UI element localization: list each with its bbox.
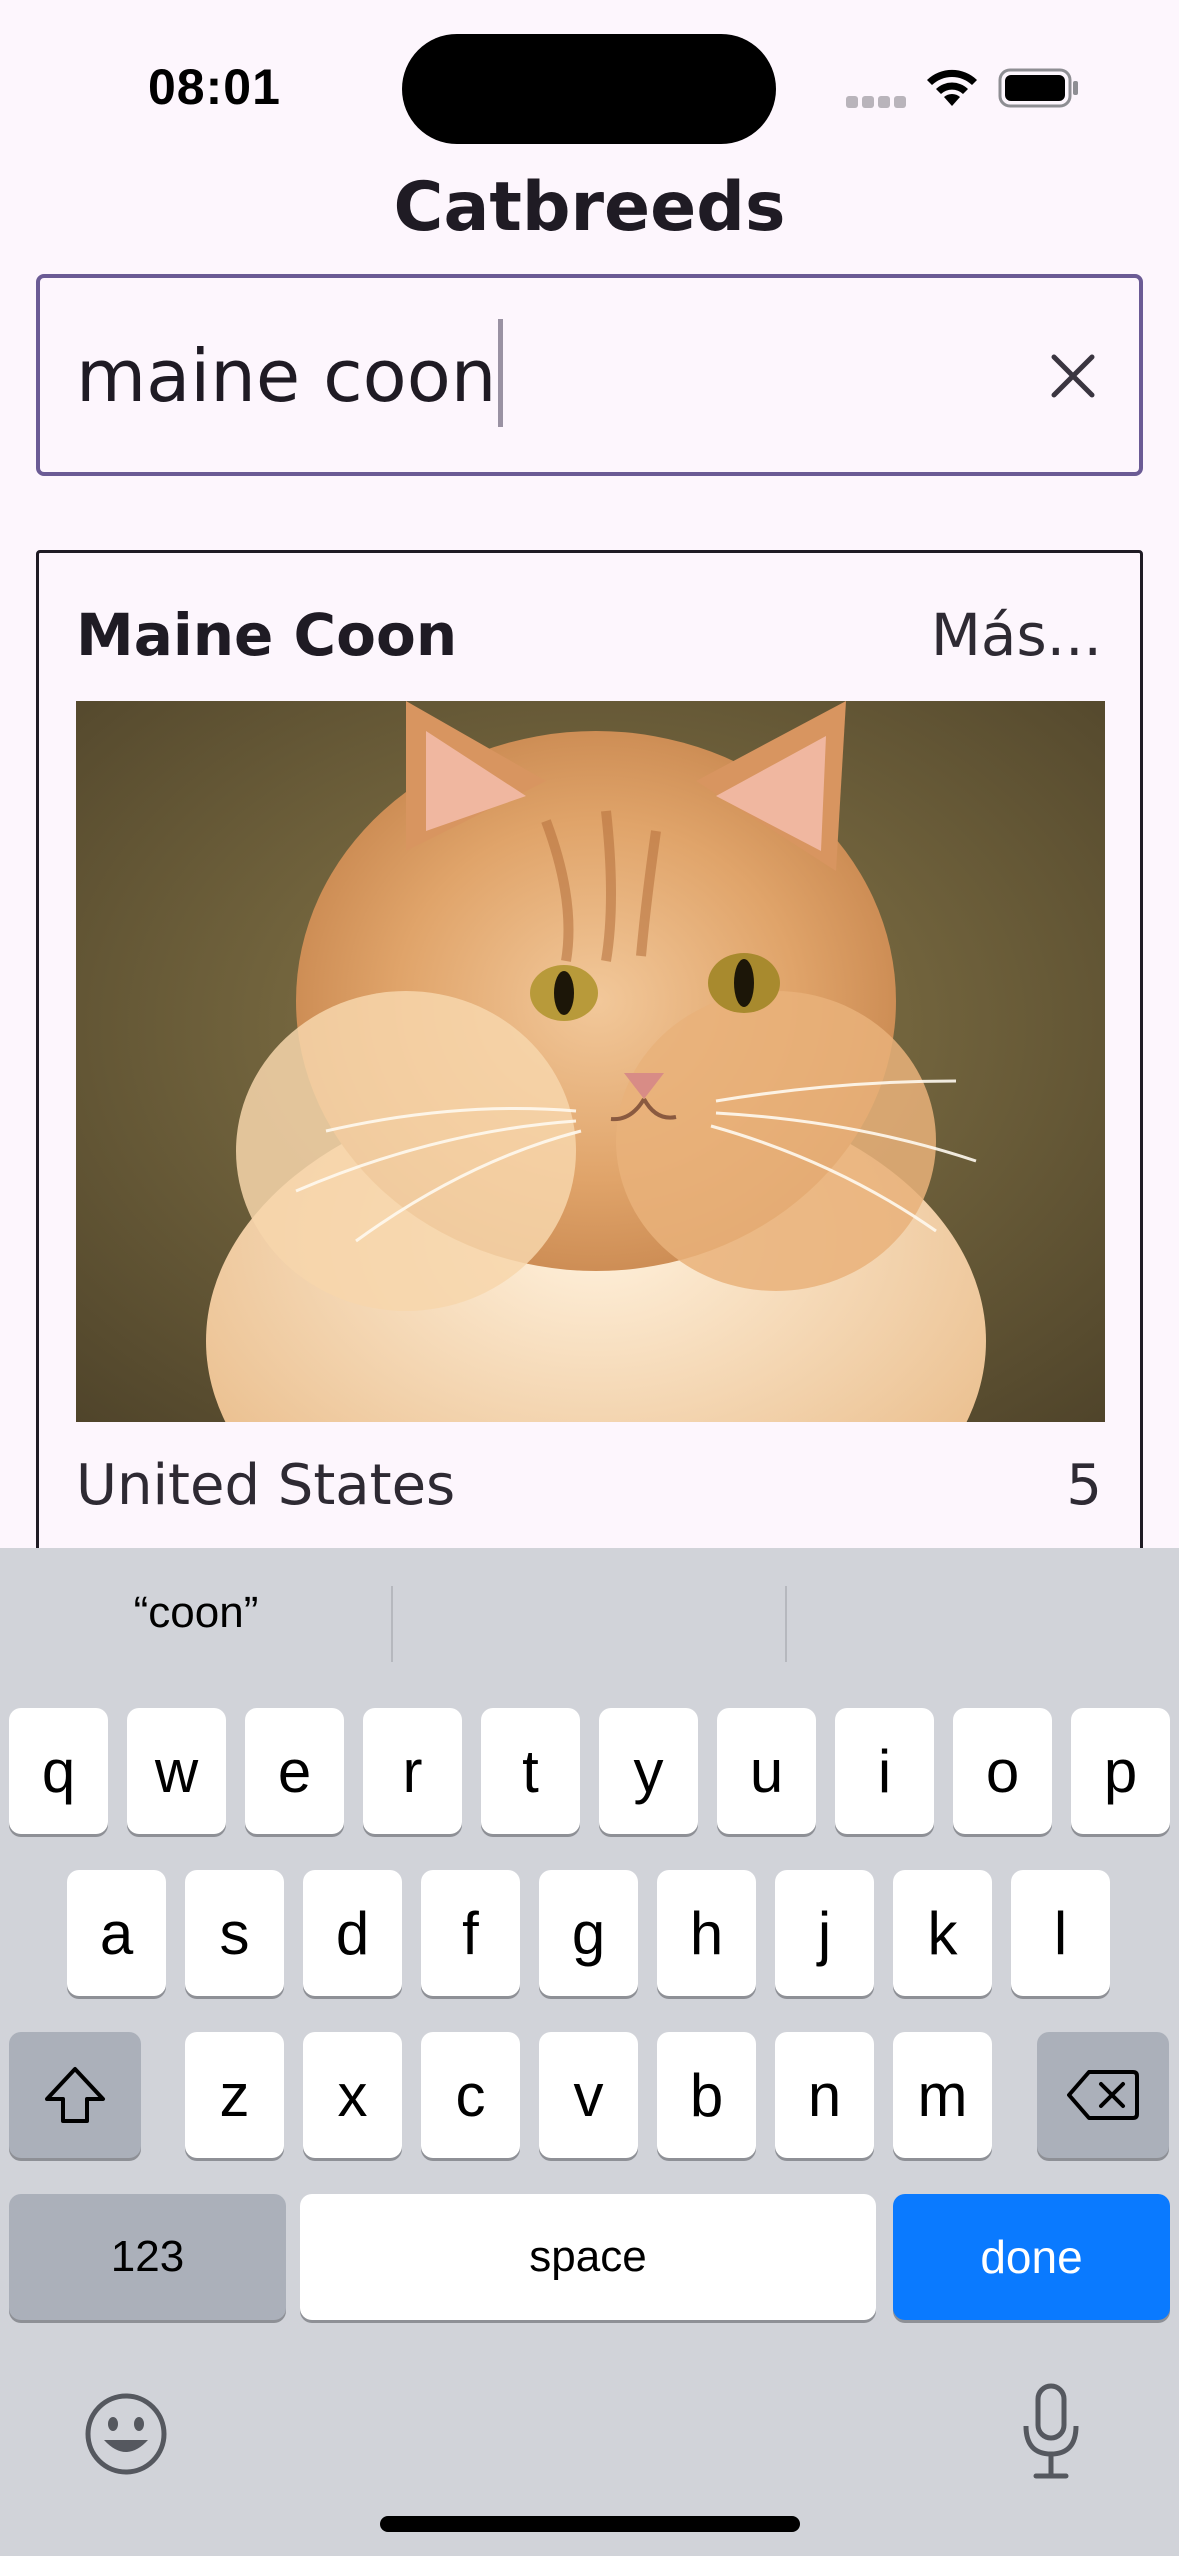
suggestion-bar: “coon”: [0, 1548, 1179, 1678]
close-icon: [1051, 354, 1095, 398]
key-p[interactable]: p: [1071, 1708, 1170, 1834]
text-caret: [498, 319, 504, 428]
status-time: 08:01: [148, 59, 281, 115]
key-q[interactable]: q: [9, 1708, 108, 1834]
key-w[interactable]: w: [127, 1708, 226, 1834]
home-indicator: [380, 2516, 800, 2532]
status-bar: 08:01: [0, 0, 1179, 160]
page-title: Catbreeds: [393, 168, 786, 247]
space-key[interactable]: space: [300, 2194, 876, 2320]
done-key[interactable]: done: [893, 2194, 1170, 2320]
key-e[interactable]: e: [245, 1708, 344, 1834]
key-a[interactable]: a: [67, 1870, 166, 1996]
breed-image: [76, 701, 1105, 1422]
key-j[interactable]: j: [775, 1870, 874, 1996]
backspace-icon: [1067, 2070, 1139, 2120]
keyboard: “coon” q w e r t y u i o p a s d f g h j…: [0, 1548, 1179, 2556]
shift-key[interactable]: [9, 2032, 141, 2158]
breed-origin: United States: [76, 1453, 456, 1518]
delete-key[interactable]: [1037, 2032, 1169, 2158]
key-k[interactable]: k: [893, 1870, 992, 1996]
suggestion-divider: [391, 1586, 393, 1662]
breed-name: Maine Coon: [76, 601, 458, 669]
key-b[interactable]: b: [657, 2032, 756, 2158]
key-r[interactable]: r: [363, 1708, 462, 1834]
clear-search-button[interactable]: [1035, 338, 1111, 414]
key-y[interactable]: y: [599, 1708, 698, 1834]
key-i[interactable]: i: [835, 1708, 934, 1834]
key-g[interactable]: g: [539, 1870, 638, 1996]
numbers-key[interactable]: 123: [9, 2194, 286, 2320]
breed-card[interactable]: Maine Coon Más... United States 5: [36, 550, 1143, 1650]
key-d[interactable]: d: [303, 1870, 402, 1996]
breed-rating: 5: [1066, 1453, 1102, 1518]
cellular-signal-icon: [846, 96, 906, 108]
key-u[interactable]: u: [717, 1708, 816, 1834]
key-t[interactable]: t: [481, 1708, 580, 1834]
key-z[interactable]: z: [185, 2032, 284, 2158]
key-o[interactable]: o: [953, 1708, 1052, 1834]
battery-icon: [998, 68, 1078, 108]
key-c[interactable]: c: [421, 2032, 520, 2158]
key-x[interactable]: x: [303, 2032, 402, 2158]
key-f[interactable]: f: [421, 1870, 520, 1996]
suggestion-1[interactable]: “coon”: [0, 1588, 392, 1638]
key-l[interactable]: l: [1011, 1870, 1110, 1996]
microphone-icon[interactable]: [1016, 2382, 1086, 2482]
key-v[interactable]: v: [539, 2032, 638, 2158]
more-link[interactable]: Más...: [931, 601, 1102, 669]
key-h[interactable]: h: [657, 1870, 756, 1996]
key-n[interactable]: n: [775, 2032, 874, 2158]
dynamic-island: [402, 34, 776, 144]
emoji-icon[interactable]: [82, 2390, 170, 2478]
search-input[interactable]: maine coon: [36, 274, 1143, 476]
key-m[interactable]: m: [893, 2032, 992, 2158]
key-s[interactable]: s: [185, 1870, 284, 1996]
wifi-icon: [927, 69, 977, 106]
search-input-value: maine coon: [76, 319, 504, 428]
suggestion-divider: [785, 1586, 787, 1662]
shift-icon: [45, 2067, 105, 2123]
